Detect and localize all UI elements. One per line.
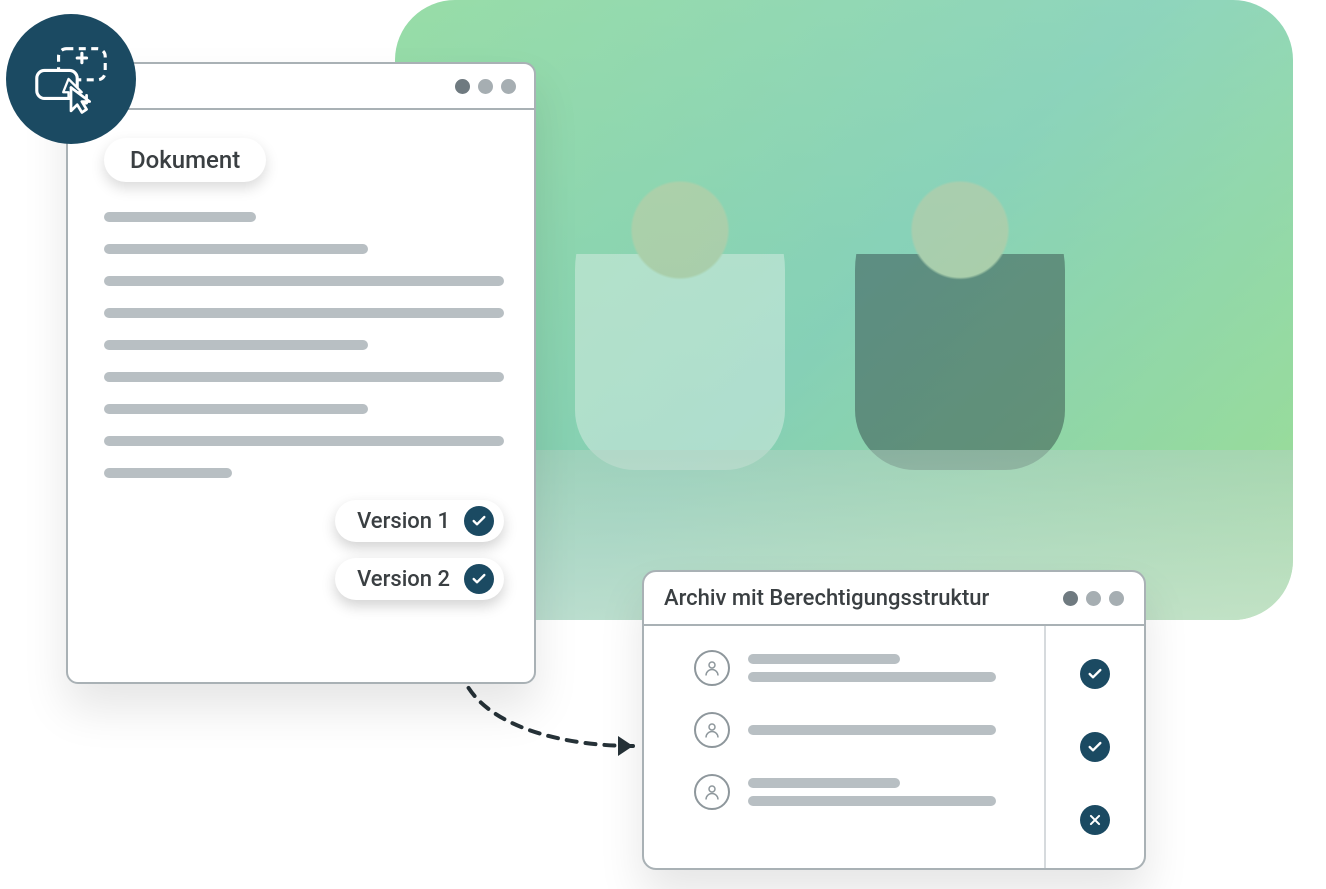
brand-badge — [6, 14, 136, 144]
check-icon — [464, 564, 494, 594]
window-dot — [455, 79, 470, 94]
archive-window: Archiv mit Berechtigungsstruktur — [642, 570, 1146, 870]
permission-status-column — [1044, 626, 1144, 868]
check-icon — [1080, 659, 1110, 689]
window-dots — [455, 79, 516, 94]
window-titlebar — [68, 64, 534, 110]
permission-placeholder — [748, 725, 1024, 735]
permission-row — [694, 650, 1024, 686]
version-label: Version 2 — [357, 567, 450, 592]
version-chip[interactable]: Version 2 — [335, 558, 504, 600]
window-titlebar: Archiv mit Berechtigungsstruktur — [644, 572, 1144, 626]
window-dot — [1109, 591, 1124, 606]
version-label: Version 1 — [357, 509, 450, 534]
permission-placeholder — [748, 654, 1024, 682]
document-body-placeholder — [104, 212, 504, 478]
check-icon — [1080, 732, 1110, 762]
window-dot — [478, 79, 493, 94]
window-dots — [1063, 591, 1124, 606]
permission-list — [644, 626, 1044, 868]
version-chip[interactable]: Version 1 — [335, 500, 504, 542]
user-icon — [694, 774, 730, 810]
user-icon — [694, 650, 730, 686]
window-dot — [501, 79, 516, 94]
window-dot — [1063, 591, 1078, 606]
deny-icon — [1080, 805, 1110, 835]
duplicate-window-icon — [31, 44, 111, 114]
permission-row — [694, 774, 1024, 810]
permission-row — [694, 712, 1024, 748]
person-illustration — [855, 170, 1065, 470]
document-tag: Dokument — [104, 138, 266, 182]
person-illustration — [575, 170, 785, 470]
check-icon — [464, 506, 494, 536]
archive-title: Archiv mit Berechtigungsstruktur — [664, 586, 989, 611]
window-dot — [1086, 591, 1101, 606]
user-icon — [694, 712, 730, 748]
permission-placeholder — [748, 778, 1024, 806]
document-window: Dokument Version 1 Version 2 — [66, 62, 536, 684]
